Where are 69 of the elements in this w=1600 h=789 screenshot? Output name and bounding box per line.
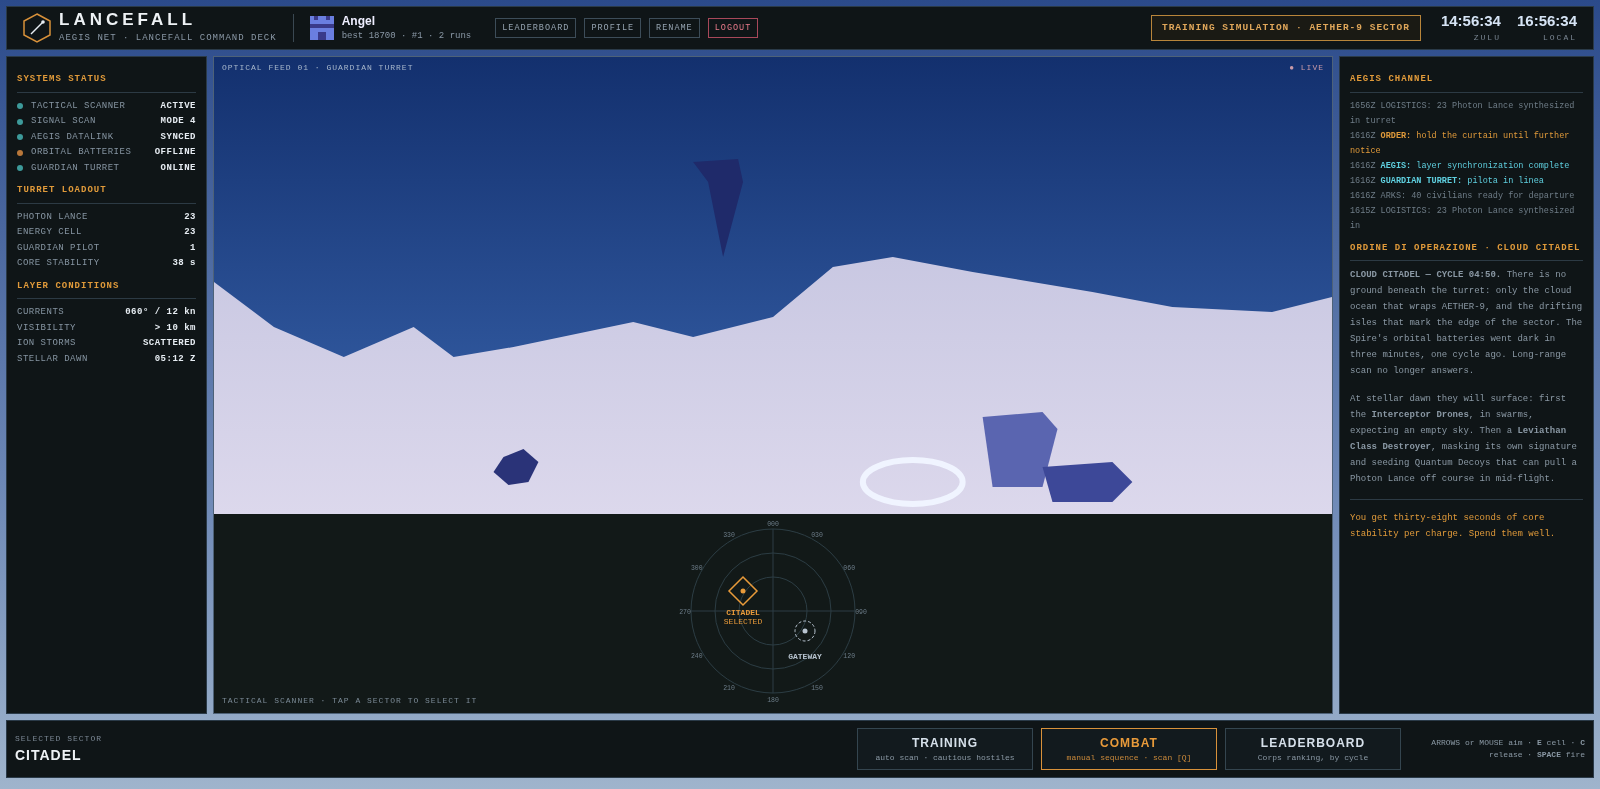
mode-button[interactable]: LEADERBOARD Corps ranking, by cycle [1225, 728, 1401, 770]
logo-title: LANCEFALL [59, 10, 198, 28]
row-value: 060° / 12 kn [125, 306, 196, 319]
row-label: PHOTON LANCE [17, 210, 88, 224]
logout-button[interactable]: LOGOUT [707, 17, 759, 39]
row-label: CURRENTS [17, 306, 65, 319]
row-value: 38 s [172, 257, 196, 270]
row-value: ACTIVE [160, 99, 196, 113]
row-label: STELLAR DAWN [17, 352, 88, 366]
row-label: AEGIS DATALINK [31, 130, 114, 144]
log-entry: 1615Z LOGISTICS: 23 Photon Lance synthesized in [1350, 204, 1576, 233]
hexagon-lance-logo-icon [23, 13, 51, 43]
logo-subtitle: AEGIS NET · LANCEFALL COMMAND DECK [59, 31, 277, 45]
nav-button[interactable]: LEADERBOARD [495, 17, 577, 39]
row-label: GUARDIAN TURRET [31, 161, 120, 175]
section-title: AEGIS CHANNEL [1350, 73, 1583, 93]
sector-caption: SELECTED SECTOR [15, 732, 102, 745]
section-title: ORDINE DI OPERAZIONE · CLOUD CITADEL [1350, 241, 1583, 261]
row-label: SIGNAL SCAN [31, 115, 96, 128]
sector-label[interactable]: GATEWAY [788, 652, 822, 661]
scanner-caption: TACTICAL SCANNER · TAP A SECTOR TO SELECT IT [222, 695, 478, 707]
row-value: SYNCED [160, 130, 196, 144]
selected-sector-name: CITADEL [15, 745, 83, 765]
log-entry: 1616Z AEGIS: layer synchronization complete [1350, 159, 1571, 173]
row-value: 23 [184, 226, 196, 239]
mode-button[interactable]: TRAINING auto scan · cautious hostiles [857, 728, 1033, 770]
nav-button[interactable]: PROFILE [584, 17, 642, 39]
row-label: CORE STABILITY [17, 257, 100, 270]
log-entry: 1616Z GUARDIAN TURRET: pilota in linea [1350, 174, 1545, 188]
controls-hint: ARROWS or MOUSE aim · E cell · C release · SPACE fire [1430, 737, 1585, 761]
row-label: VISIBILITY [17, 321, 76, 335]
diamond-target-icon[interactable] [727, 575, 759, 607]
briefing-note: You get thirty-eight seconds of core stability per charge. Spend them well. [1350, 499, 1583, 542]
section-title: TURRET LOADOUT [17, 184, 196, 204]
pixel-avatar-icon [309, 16, 334, 40]
row-value: ONLINE [160, 161, 196, 175]
feed-title: OPTICAL FEED 01 · GUARDIAN TURRET [222, 62, 414, 74]
section-title: SYSTEMS STATUS [17, 73, 196, 93]
log-entry: 1616Z ARKS: 40 civilians ready for departure [1350, 189, 1576, 203]
mode-button[interactable]: COMBAT manual sequence · scan [Q] [1041, 728, 1217, 770]
section-title: LAYER CONDITIONS [17, 279, 196, 299]
row-value: 23 [184, 210, 196, 224]
sector-label[interactable]: CITADEL [726, 608, 760, 617]
nav-button[interactable]: RENAME [649, 17, 700, 39]
log-entry: 1656Z LOGISTICS: 23 Photon Lance synthesized in turret [1350, 99, 1576, 128]
clock-label: LOCAL [1542, 31, 1577, 44]
row-label: ION STORMS [17, 337, 76, 350]
row-label: ORBITAL BATTERIES [31, 146, 132, 159]
mode-badge: TRAINING SIMULATION · AETHER-9 SECTOR [1150, 14, 1421, 42]
row-value: 05:12 Z [154, 352, 196, 366]
row-value: MODE 4 [160, 115, 196, 128]
row-value: SCATTERED [142, 337, 196, 350]
clock-time: 16:56:34 [1516, 12, 1577, 28]
briefing-paragraph: At stellar dawn they will surface: first the Interceptor Drones, in swarms, expecting an empty sky. Then a Leviathan Class Destroyer, masking its own signature and seeding Quantum Decoys that can pull a Photon Lance off course in mid-flight. [1350, 393, 1578, 486]
row-value: OFFLINE [154, 146, 196, 159]
row-label: GUARDIAN PILOT [17, 241, 100, 255]
clock-label: ZULU [1472, 31, 1501, 44]
log-entry: 1616Z ORDER: hold the curtain until further notice [1350, 129, 1571, 158]
user-name: Angel [341, 13, 376, 31]
ring-target-icon[interactable] [794, 620, 816, 642]
live-indicator: ● LIVE [1289, 62, 1324, 74]
row-value: > 10 km [154, 321, 196, 335]
sector-state: SELECTED [723, 617, 763, 626]
briefing-paragraph: CLOUD CITADEL — CYCLE 04:50. There is no ground beneath the turret: only the cloud ocean that wraps AETHER-9, and the drifting isles that mark the edge of the sector. The Spire's orbital batteries went dark in three minutes, one cycle ago. Long-range scan no longer answers. [1350, 269, 1583, 378]
row-label: TACTICAL SCANNER [31, 99, 126, 113]
clock-time: 14:56:34 [1440, 12, 1501, 28]
row-value: 1 [190, 241, 196, 255]
row-label: ENERGY CELL [17, 226, 82, 239]
user-stats: best 18700 · #1 · 2 runs [341, 30, 472, 44]
